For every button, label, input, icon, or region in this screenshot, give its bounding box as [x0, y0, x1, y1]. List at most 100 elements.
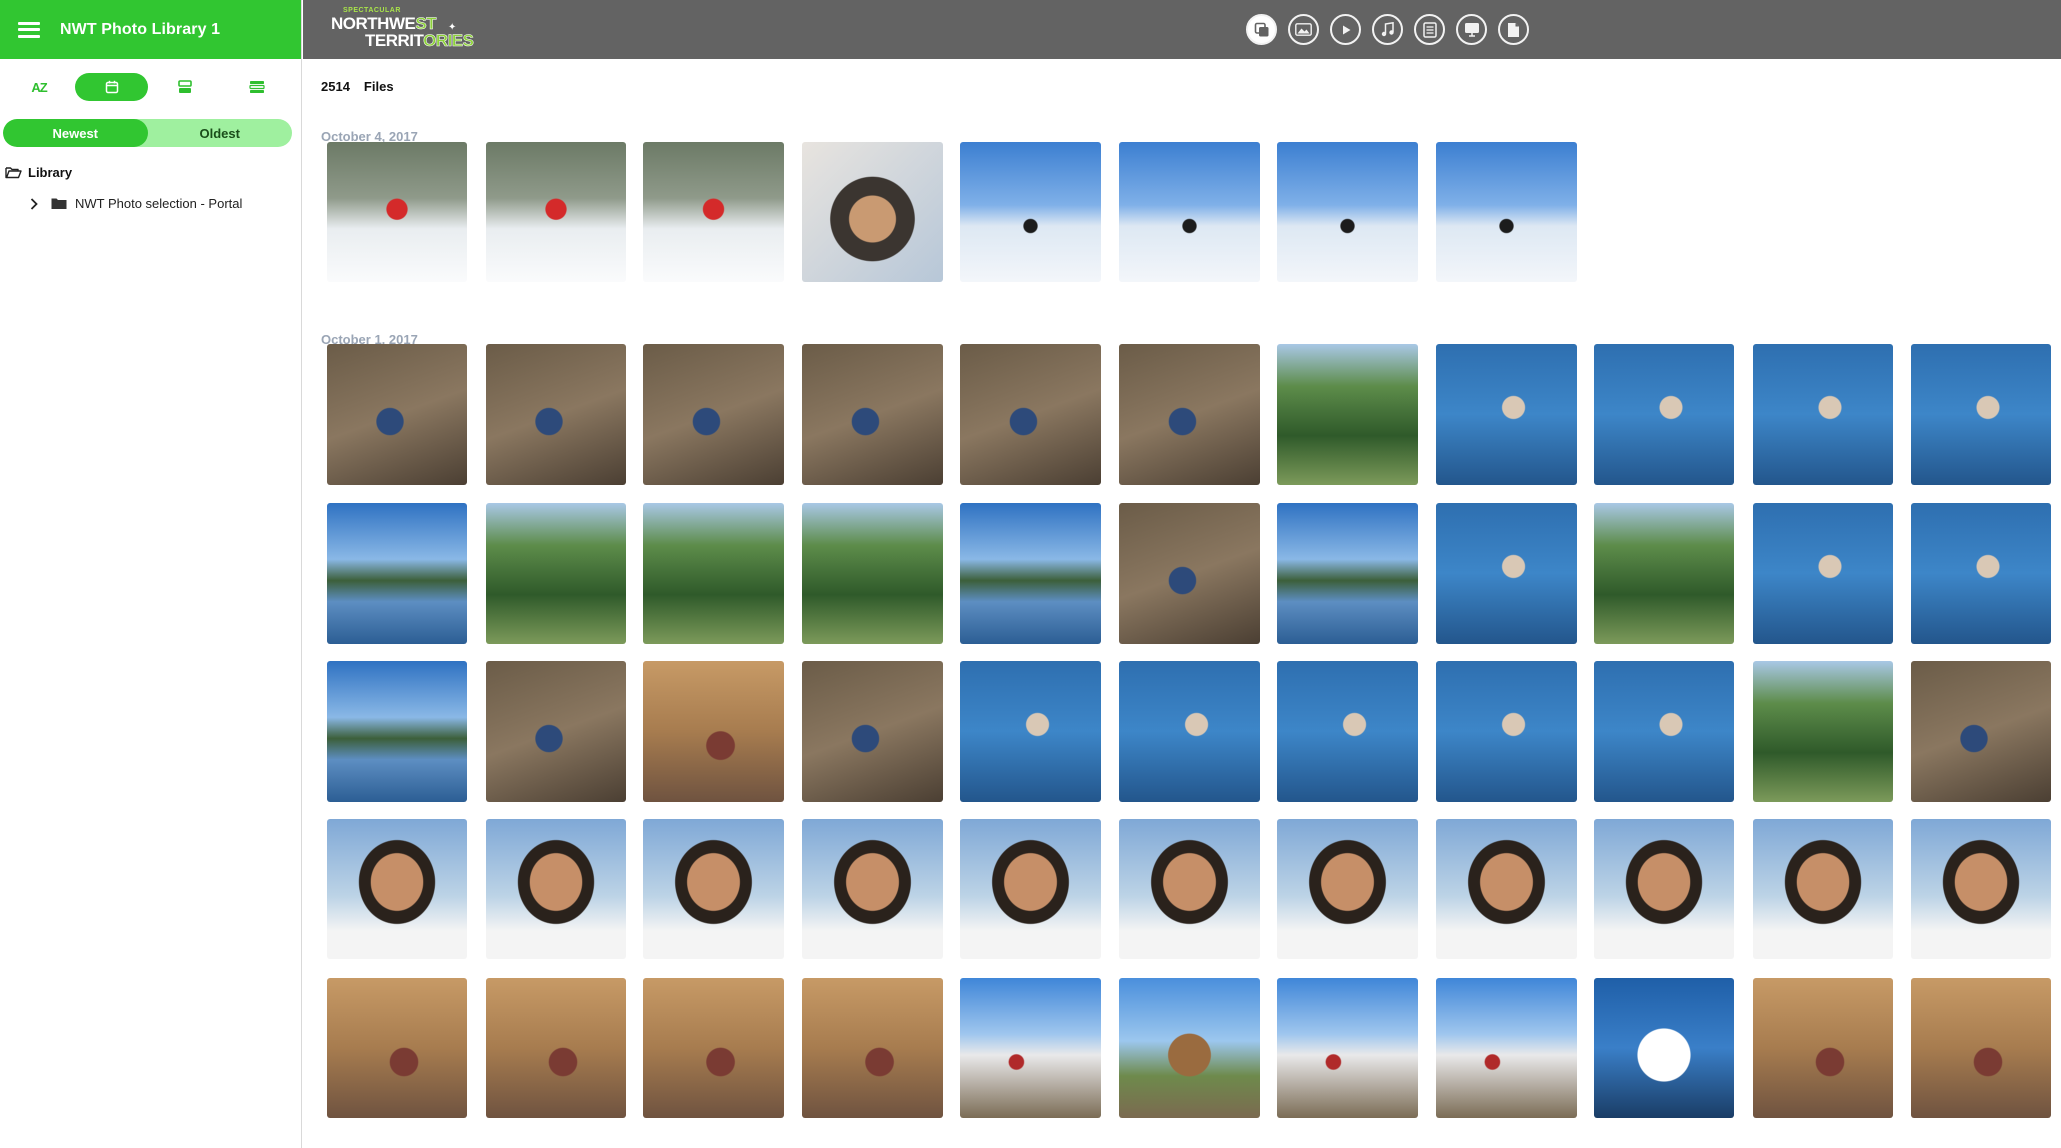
file-icon: [1508, 22, 1519, 37]
photo-thumbnail[interactable]: [1752, 503, 1894, 644]
sort-newest-button[interactable]: Newest: [3, 119, 148, 147]
photo-thumbnail[interactable]: [326, 977, 468, 1119]
photo-thumbnail[interactable]: [960, 977, 1101, 1119]
photo-thumbnail[interactable]: [1436, 818, 1577, 960]
app-title: NWT Photo Library 1: [60, 20, 221, 38]
photo-thumbnail[interactable]: [802, 344, 944, 485]
video-icon: [1342, 25, 1350, 34]
sidebar: NWT Photo Library 1 AZ Newest Oldest Lib…: [0, 0, 302, 1148]
photo-thumbnail[interactable]: [485, 818, 627, 960]
app-window: NWT Photo Library 1 AZ Newest Oldest Lib…: [0, 0, 2061, 1148]
photo-thumbnail[interactable]: [643, 503, 785, 644]
view-list-button[interactable]: [242, 73, 272, 101]
photo-thumbnail[interactable]: [1910, 503, 2052, 644]
music-icon: [1381, 22, 1394, 37]
view-stacked-button[interactable]: [170, 73, 200, 101]
stack-icon: [178, 80, 192, 93]
photo-thumbnail[interactable]: [1593, 818, 1735, 960]
tree-item-nwt-photo-selection[interactable]: NWT Photo selection - Portal: [27, 196, 242, 211]
photo-thumbnail[interactable]: [960, 661, 1101, 802]
photo-thumbnail[interactable]: [1276, 503, 1418, 644]
file-count-label: Files: [363, 79, 394, 94]
view-date-button[interactable]: [75, 73, 148, 101]
photo-thumbnail[interactable]: [960, 503, 1101, 644]
folder-icon: [51, 198, 67, 209]
photo-thumbnail[interactable]: [643, 818, 785, 960]
document-icon: [1422, 21, 1437, 38]
file-grid-area: 2514 Files October 4, 2017 October 1, 201…: [303, 59, 2061, 1148]
photo-thumbnail[interactable]: [802, 141, 944, 283]
photo-thumbnail[interactable]: [1119, 977, 1260, 1119]
photo-thumbnail[interactable]: [1276, 661, 1418, 802]
photo-thumbnail[interactable]: [1910, 977, 2052, 1119]
photo-thumbnail[interactable]: [960, 344, 1101, 485]
photo-thumbnail[interactable]: [643, 661, 785, 802]
photo-icon: [1295, 23, 1312, 36]
photo-thumbnail[interactable]: [1436, 344, 1577, 485]
photo-thumbnail[interactable]: [1119, 818, 1260, 960]
photo-thumbnail[interactable]: [960, 141, 1101, 283]
photo-thumbnail[interactable]: [1276, 977, 1418, 1119]
sort-oldest-button[interactable]: Oldest: [148, 119, 293, 147]
menu-icon[interactable]: [18, 21, 40, 38]
photo-thumbnail[interactable]: [485, 503, 627, 644]
view-mode-bar: AZ: [0, 59, 301, 117]
photo-thumbnail[interactable]: [1910, 344, 2052, 485]
photo-thumbnail[interactable]: [1752, 977, 1894, 1119]
photo-thumbnail[interactable]: [1752, 661, 1894, 802]
photo-thumbnail[interactable]: [1752, 818, 1894, 960]
photo-thumbnail[interactable]: [802, 818, 944, 960]
filter-presentation-button[interactable]: [1456, 14, 1487, 45]
photo-thumbnail[interactable]: [485, 141, 627, 283]
photo-thumbnail[interactable]: [1910, 661, 2052, 802]
filter-all-button[interactable]: [1246, 14, 1277, 45]
photo-thumbnail[interactable]: [1593, 344, 1735, 485]
photo-thumbnail[interactable]: [1910, 818, 2052, 960]
photo-thumbnail[interactable]: [1276, 818, 1418, 960]
presentation-icon: [1464, 23, 1479, 37]
filter-file-button[interactable]: [1498, 14, 1529, 45]
photo-thumbnail[interactable]: [1593, 977, 1735, 1119]
photo-thumbnail[interactable]: [802, 977, 944, 1119]
photo-thumbnail[interactable]: [1436, 977, 1577, 1119]
photo-thumbnail[interactable]: [1593, 661, 1735, 802]
photo-thumbnail[interactable]: [485, 344, 627, 485]
photo-thumbnail[interactable]: [326, 344, 468, 485]
photo-thumbnail[interactable]: [326, 661, 468, 802]
photo-thumbnail[interactable]: [643, 344, 785, 485]
photo-thumbnail[interactable]: [1752, 344, 1894, 485]
photo-thumbnail[interactable]: [1276, 141, 1418, 283]
tree-root-label: Library: [28, 165, 73, 180]
photo-thumbnail[interactable]: [802, 503, 944, 644]
photo-thumbnail[interactable]: [1593, 503, 1735, 644]
brand-logo: SPECTACULAR NORTHWEST ✦ TERRITORIES: [331, 7, 474, 50]
photo-thumbnail[interactable]: [1276, 344, 1418, 485]
photo-thumbnail[interactable]: [326, 503, 468, 644]
filter-document-button[interactable]: [1414, 14, 1445, 45]
filter-photo-button[interactable]: [1288, 14, 1319, 45]
photo-thumbnail[interactable]: [1119, 503, 1260, 644]
view-alphabetical-button[interactable]: AZ: [24, 73, 54, 101]
photo-thumbnail[interactable]: [643, 141, 785, 283]
photo-thumbnail[interactable]: [1436, 141, 1577, 283]
photo-thumbnail[interactable]: [1119, 661, 1260, 802]
tree-root-library[interactable]: Library: [5, 165, 72, 180]
photo-thumbnail[interactable]: [326, 141, 468, 283]
tree-item-label: NWT Photo selection - Portal: [75, 196, 243, 211]
photo-thumbnail[interactable]: [1119, 344, 1260, 485]
chevron-right-icon[interactable]: [27, 197, 41, 210]
photo-thumbnail[interactable]: [1436, 503, 1577, 644]
sidebar-header: NWT Photo Library 1: [0, 0, 301, 59]
photo-thumbnail[interactable]: [1119, 141, 1260, 283]
photo-thumbnail[interactable]: [643, 977, 785, 1119]
filter-music-button[interactable]: [1372, 14, 1403, 45]
photo-thumbnail[interactable]: [485, 661, 627, 802]
filter-video-button[interactable]: [1330, 14, 1361, 45]
photo-thumbnail[interactable]: [960, 818, 1101, 960]
photo-thumbnail[interactable]: [485, 977, 627, 1119]
photo-thumbnail[interactable]: [1436, 661, 1577, 802]
file-count-value: 2514: [321, 79, 350, 94]
calendar-icon: [105, 80, 118, 94]
photo-thumbnail[interactable]: [802, 661, 944, 802]
photo-thumbnail[interactable]: [326, 818, 468, 960]
